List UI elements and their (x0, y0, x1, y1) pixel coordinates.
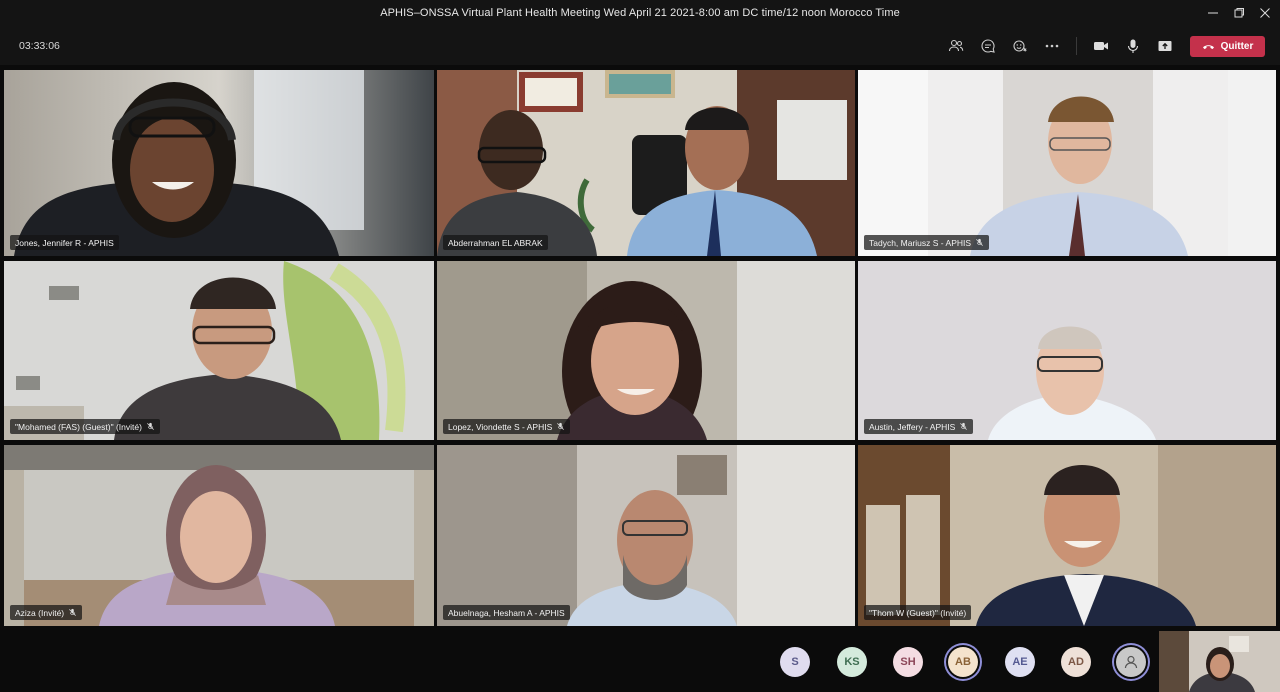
maximize-icon[interactable] (1228, 3, 1250, 23)
participant-name: "Thom W (Guest)" (Invité) (869, 607, 967, 618)
video-tile[interactable]: "Thom W (Guest)" (Invité) (858, 445, 1276, 626)
participant-name: Abderrahman EL ABRAK (448, 237, 543, 248)
participant-name-tag: Tadych, Mariusz S - APHIS (864, 235, 990, 250)
hangup-icon (1202, 45, 1214, 50)
avatar-initials: AE (1012, 656, 1028, 668)
muted-mic-icon (147, 422, 154, 430)
participant-avatar[interactable]: SH (893, 647, 923, 677)
avatar-initials: SH (900, 656, 916, 668)
meeting-toolbar: 03:33:06 Quitter (0, 27, 1280, 65)
camera-icon[interactable] (1091, 36, 1111, 56)
participant-video (437, 261, 855, 440)
title-bar: APHIS–ONSSA Virtual Plant Health Meeting… (0, 0, 1280, 27)
participant-name: Jones, Jennifer R - APHIS (15, 237, 114, 248)
avatar-initials: AB (955, 656, 971, 668)
participant-name: Austin, Jeffery - APHIS (869, 421, 956, 432)
participant-name-tag: "Thom W (Guest)" (Invité) (864, 605, 972, 620)
leave-button[interactable]: Quitter (1190, 36, 1265, 57)
participant-name: Abuelnaga, Hesham A - APHIS (448, 607, 565, 618)
participant-video (4, 445, 434, 626)
video-tile[interactable]: Austin, Jeffery - APHIS (858, 261, 1276, 440)
participant-video (858, 445, 1276, 626)
teams-meeting-window: APHIS–ONSSA Virtual Plant Health Meeting… (0, 0, 1280, 692)
toolbar-divider (1076, 37, 1077, 55)
participant-video (858, 70, 1276, 256)
avatar-initials: S (791, 656, 799, 668)
reactions-icon[interactable] (1010, 36, 1030, 56)
participant-video (437, 445, 855, 626)
window-title: APHIS–ONSSA Virtual Plant Health Meeting… (380, 7, 900, 19)
participant-name: Tadych, Mariusz S - APHIS (869, 237, 972, 248)
share-screen-icon[interactable] (1155, 36, 1175, 56)
person-icon (1124, 655, 1138, 669)
video-tile[interactable]: Abderrahman EL ABRAK (437, 70, 855, 256)
muted-mic-icon (976, 238, 983, 246)
muted-mic-icon (960, 422, 968, 430)
participant-avatar[interactable]: S (780, 647, 810, 677)
participant-name-tag: Lopez, Viondette S - APHIS (443, 419, 571, 434)
video-tile[interactable]: Jones, Jennifer R - APHIS (4, 70, 434, 256)
participant-video (4, 70, 434, 256)
video-tile[interactable]: Lopez, Viondette S - APHIS (437, 261, 855, 440)
people-icon[interactable] (946, 36, 966, 56)
video-tile[interactable]: Aziza (Invité) (4, 445, 434, 626)
participant-avatar[interactable]: AE (1005, 647, 1035, 677)
mic-icon[interactable] (1123, 36, 1143, 56)
meeting-timer: 03:33:06 (19, 40, 60, 52)
minimize-icon[interactable] (1202, 3, 1224, 23)
self-view-scene (1159, 631, 1280, 692)
participant-name-tag: Austin, Jeffery - APHIS (864, 419, 974, 434)
participant-video (4, 261, 434, 440)
participant-name-tag: "Mohamed (FAS) (Guest)" (Invité) (10, 419, 160, 434)
participant-name: "Mohamed (FAS) (Guest)" (Invité) (15, 421, 142, 432)
participant-name-tag: Abderrahman EL ABRAK (443, 235, 548, 250)
more-icon[interactable] (1042, 36, 1062, 56)
participant-name-tag: Abuelnaga, Hesham A - APHIS (443, 605, 570, 620)
video-tile[interactable]: "Mohamed (FAS) (Guest)" (Invité) (4, 261, 434, 440)
participant-name: Aziza (Invité) (15, 607, 65, 618)
participant-name: Lopez, Viondette S - APHIS (448, 421, 553, 432)
participant-name-tag: Aziza (Invité) (10, 605, 83, 620)
self-view-video[interactable] (1159, 631, 1280, 692)
video-tile[interactable]: Abuelnaga, Hesham A - APHIS (437, 445, 855, 626)
leave-button-label: Quitter (1220, 41, 1254, 52)
close-icon[interactable] (1254, 3, 1276, 23)
muted-mic-icon (557, 422, 565, 430)
avatar-initials: AD (1068, 656, 1084, 668)
video-tile[interactable]: Tadych, Mariusz S - APHIS (858, 70, 1276, 256)
muted-mic-icon (69, 608, 77, 616)
participant-avatar[interactable]: KS (837, 647, 867, 677)
participant-video (858, 261, 1276, 440)
participant-video (437, 70, 855, 256)
participant-avatar[interactable]: AB (948, 647, 978, 677)
avatar-initials: KS (844, 656, 860, 668)
participant-name-tag: Jones, Jennifer R - APHIS (10, 235, 119, 250)
participant-avatar[interactable]: AD (1061, 647, 1091, 677)
participant-avatar[interactable] (1116, 647, 1146, 677)
chat-icon[interactable] (978, 36, 998, 56)
